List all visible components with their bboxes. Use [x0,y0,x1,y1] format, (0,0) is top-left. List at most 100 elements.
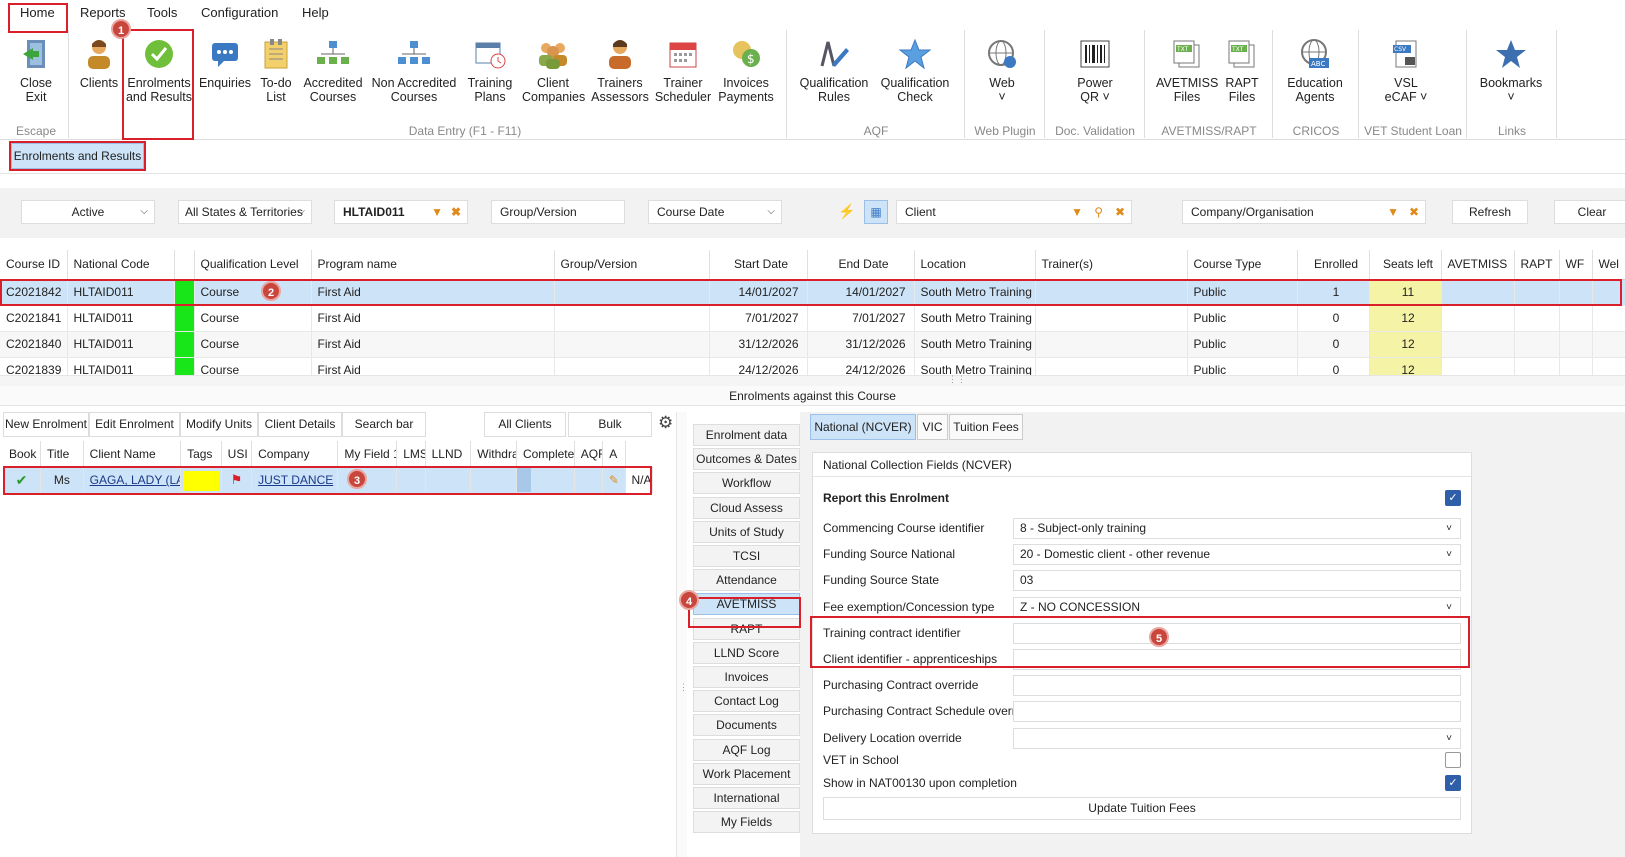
modify-units-button[interactable]: Modify Units [180,412,258,437]
side-tab-documents[interactable]: Documents [693,714,800,737]
show-nat-checkbox[interactable]: ✓ [1445,775,1461,791]
gear-icon[interactable]: ⚙ [658,413,673,433]
vertical-splitter[interactable]: ⋮ [676,412,688,857]
qualification-rules-button[interactable]: Qualification Rules [796,38,872,104]
side-tab-contact-log[interactable]: Contact Log [693,690,800,713]
trainer-scheduler-button[interactable]: Trainer Scheduler [654,38,712,104]
course-row[interactable]: C2021842 HLTAID011 Course First Aid 14/01/20… [0,279,1625,306]
menu-tools[interactable]: Tools [147,5,177,20]
enrol-column-header[interactable]: LLND [425,441,472,468]
accredited-courses-button[interactable]: Accredited Courses [300,38,366,104]
column-header[interactable]: RAPT [1514,250,1560,280]
company-filter[interactable]: Company/Organisation ▼ ✖ [1182,200,1426,224]
side-tab-workflow[interactable]: Workflow [693,472,800,495]
report-enrolment-checkbox[interactable]: ✓ [1445,490,1461,506]
menu-reports[interactable]: Reports [80,5,126,20]
enrol-column-header[interactable]: Title [40,441,84,468]
lightning-icon[interactable]: ⚡ [838,203,855,220]
group-version-filter[interactable]: Group/Version [491,200,625,224]
field-input[interactable] [1013,649,1461,670]
trainers-assessors-button[interactable]: Trainers Assessors [588,38,652,104]
enrolments-results-button[interactable]: Enrolments and Results [124,38,194,104]
tab-national-ncver[interactable]: National (NCVER) [810,414,916,440]
field-input[interactable] [1013,675,1461,697]
side-tab-aqf-log[interactable]: AQF Log [693,738,800,761]
enrolment-row[interactable]: ✔ Ms GAGA, LADY (LADY) ⚑ JUST DANCE ✎ N/… [3,467,653,493]
column-header[interactable]: Course ID [0,250,68,280]
side-tab-tcsi[interactable]: TCSI [693,545,800,567]
column-header[interactable] [174,250,195,280]
clear-filter-icon[interactable]: ✖ [451,201,461,223]
course-row[interactable]: C2021841 HLTAID011 Course First Aid 7/01/202… [0,305,1625,332]
training-plans-button[interactable]: Training Plans [462,38,518,104]
search-bar-button[interactable]: Search bar [342,412,426,437]
power-qr-button[interactable]: Power QR ˅ [1064,38,1126,104]
update-tuition-fees-button[interactable]: Update Tuition Fees [823,797,1461,820]
tab-tuition-fees[interactable]: Tuition Fees [949,414,1023,440]
tab-enrolments-results[interactable]: Enrolments and Results [11,143,144,169]
field-input[interactable] [1013,701,1461,723]
invoices-payments-button[interactable]: $ Invoices Payments [716,38,776,104]
side-tab-rapt[interactable]: RAPT [693,617,800,640]
course-row[interactable]: C2021839 HLTAID011 Course First Aid 24/12/20… [0,357,1625,375]
field-dropdown[interactable]: 20 - Domestic client - other revenue ˅ [1013,544,1461,566]
clear-filter-icon[interactable]: ✖ [1409,201,1419,223]
field-dropdown[interactable]: 8 - Subject-only training ˅ [1013,518,1461,539]
column-header[interactable]: Start Date [709,250,808,280]
enrol-client-name[interactable]: GAGA, LADY (LADY) [83,467,182,493]
status-dropdown[interactable]: Active ⌵ [21,200,155,224]
menu-help[interactable]: Help [302,5,329,20]
course-date-dropdown[interactable]: Course Date ⌵ [648,200,782,224]
side-tab-attendance[interactable]: Attendance [693,569,800,592]
column-header[interactable]: National Code [67,250,175,280]
field-input[interactable]: 03 [1013,570,1461,592]
menu-configuration[interactable]: Configuration [201,5,278,20]
rapt-files-button[interactable]: TXT RAPT Files [1220,38,1264,104]
client-filter[interactable]: Client ▼ ⚲ ✖ [896,200,1132,224]
horizontal-splitter[interactable]: ⋮⋮ [0,374,1625,386]
menu-home[interactable]: Home [20,5,55,20]
client-details-button[interactable]: Client Details [258,412,342,437]
enrol-column-header[interactable]: Client Name [83,441,182,468]
column-header[interactable]: Program name [311,250,555,280]
column-header[interactable]: Seats left [1369,250,1442,280]
bookmarks-button[interactable]: Bookmarks ˅ [1476,38,1546,104]
side-tab-avetmiss[interactable]: AVETMISS [693,593,800,616]
enrol-column-header[interactable]: USI [221,441,253,468]
side-tab-cloud-assess[interactable]: Cloud Assess [693,496,800,519]
vet-in-school-checkbox[interactable] [1445,752,1461,768]
vsl-ecaf-button[interactable]: CSV VSL eCAF ˅ [1376,38,1436,104]
column-header[interactable]: Course Type [1187,250,1298,280]
education-agents-button[interactable]: ABC Education Agents [1280,38,1350,104]
column-header[interactable]: Wel [1592,250,1625,280]
non-accredited-courses-button[interactable]: Non Accredited Courses [370,38,458,104]
course-row[interactable]: C2021840 HLTAID011 Course First Aid 31/12/20… [0,331,1625,358]
bulk-button[interactable]: Bulk [568,412,652,437]
enrol-company[interactable]: JUST DANCE [251,467,339,493]
side-tab-invoices[interactable]: Invoices [693,666,800,688]
field-dropdown[interactable]: Z - NO CONCESSION ˅ [1013,596,1461,618]
side-tab-international[interactable]: International [693,787,800,809]
filter-icon[interactable]: ▼ [1387,201,1399,223]
refresh-button[interactable]: Refresh [1452,200,1528,224]
enrol-column-header[interactable]: Tags [180,441,222,468]
enrol-column-header[interactable]: My Field 1 [337,441,398,468]
clients-button[interactable]: Clients [74,38,124,90]
key-icon[interactable]: ⚲ [1094,201,1103,223]
enrol-column-header[interactable]: A [602,441,626,468]
enrol-column-header[interactable]: Withdrawn [470,441,517,468]
column-header[interactable]: Qualification Level [194,250,312,280]
column-header[interactable]: Enrolled [1297,250,1370,280]
clear-filter-icon[interactable]: ✖ [1115,201,1125,223]
filter-icon[interactable]: ▼ [431,201,443,223]
new-enrolment-button[interactable]: New Enrolment [3,412,89,437]
edit-enrolment-button[interactable]: Edit Enrolment [89,412,180,437]
side-tab-enrolment-data[interactable]: Enrolment data [693,424,800,446]
course-code-filter[interactable]: HLTAID011 ▼ ✖ [334,200,468,224]
qualification-check-button[interactable]: Qualification Check [876,38,954,104]
enrol-column-header[interactable]: Company [251,441,339,468]
all-clients-button[interactable]: All Clients [484,412,566,437]
grid-filter-icon[interactable]: ▦ [864,200,888,224]
enrol-column-header[interactable]: LMS [396,441,426,468]
column-header[interactable]: Location [914,250,1036,280]
